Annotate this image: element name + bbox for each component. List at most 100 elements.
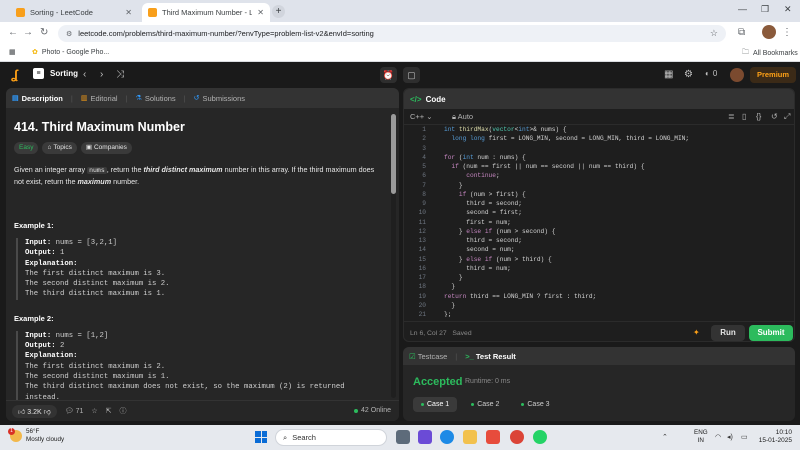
code-line: 4 for (int num : nums) { <box>404 153 794 162</box>
next-problem-icon[interactable]: › <box>100 69 103 80</box>
case-tab-2[interactable]: Case 2 <box>463 397 507 412</box>
favorite-star-icon[interactable]: ☆ <box>91 407 97 415</box>
tab-editorial[interactable]: ▥ Editorial <box>81 94 118 103</box>
note-button[interactable]: ▢ <box>403 67 420 83</box>
auto-mode-toggle[interactable]: 🔒︎ Auto <box>452 112 473 122</box>
submit-button[interactable]: Submit <box>749 325 793 341</box>
weather-widget[interactable]: 1 56°F Mostly cloudy <box>8 428 64 444</box>
code-line: 3 <box>404 144 794 153</box>
code-line: 1 int thirdMax(vector<int>& nums) { <box>404 125 794 134</box>
back-icon[interactable]: ← <box>8 27 18 38</box>
settings-gear-icon[interactable]: ⚙ <box>684 69 693 80</box>
fullscreen-icon[interactable]: ⤢ <box>784 112 790 122</box>
close-window-icon[interactable]: ✕ <box>784 4 792 15</box>
line-number: 6 <box>422 172 426 180</box>
case-tab-3[interactable]: Case 3 <box>513 397 557 412</box>
tab-submissions[interactable]: ↺ Submissions <box>194 94 245 103</box>
case-tab-1[interactable]: Case 1 <box>413 397 458 412</box>
chrome-menu-icon[interactable]: ⋮ <box>782 27 792 38</box>
reload-icon[interactable]: ↻ <box>40 27 48 38</box>
taskbar-search[interactable]: ⌕ Search <box>275 429 387 446</box>
task-view-icon[interactable] <box>396 430 410 444</box>
wifi-icon[interactable]: ◠ <box>715 433 721 441</box>
timer-button[interactable]: ⏰ <box>380 67 397 83</box>
code-editor[interactable]: 1 int thirdMax(vector<int>& nums) { 2 lon… <box>404 125 794 317</box>
companies-chip[interactable]: ▣ Companies <box>80 142 132 154</box>
terminal-icon: >_ <box>465 351 474 361</box>
bookmark-icon[interactable]: ▯ <box>742 112 746 121</box>
chrome-icon[interactable] <box>510 430 524 444</box>
token: int <box>444 126 456 133</box>
premium-button[interactable]: Premium <box>750 67 796 83</box>
history-icon: ↺ <box>193 95 200 102</box>
ms-store-icon[interactable] <box>486 430 500 444</box>
code-line: 7 } <box>404 181 794 190</box>
apps-grid-icon[interactable]: ▦ <box>9 48 16 56</box>
output-label: Output: <box>25 342 56 351</box>
browser-tab-sorting[interactable]: Sorting - LeetCode ✕ <box>10 3 138 22</box>
share-icon[interactable]: ⇱ <box>106 407 112 415</box>
site-info-icon[interactable]: ⚙ <box>66 30 72 38</box>
language-indicator[interactable]: ENG IN <box>694 429 708 445</box>
tray-chevron-icon[interactable]: ⌃ <box>662 433 668 441</box>
leetcode-logo-icon[interactable]: ʆ <box>11 68 23 82</box>
online-dot-icon <box>354 408 359 413</box>
code-panel-title: Code <box>425 94 446 104</box>
tab-description[interactable]: ▤ Description <box>12 94 63 103</box>
pass-dot-icon <box>421 403 424 406</box>
tab-solutions[interactable]: ⚗ Solutions <box>136 94 176 103</box>
notes-icon[interactable]: ≣ <box>728 112 735 121</box>
token: for <box>444 153 456 161</box>
pass-dot-icon <box>471 403 475 406</box>
tab-test-result[interactable]: >_ Test Result <box>465 352 516 361</box>
reset-icon[interactable]: ↺ <box>771 112 778 121</box>
language-select[interactable]: C++ ⌄ <box>410 112 433 121</box>
layout-icon[interactable]: ▦ <box>664 69 673 80</box>
whatsapp-icon[interactable] <box>533 430 547 444</box>
topics-chip[interactable]: ⌂ Topics <box>42 142 77 154</box>
extensions-icon[interactable]: ⧉ <box>738 27 745 38</box>
minimize-icon[interactable]: — <box>738 4 747 14</box>
token: continue <box>466 172 496 180</box>
close-tab-icon[interactable]: ✕ <box>125 8 132 17</box>
code-text: int thirdMax(vector<int>& nums) { <box>444 126 567 133</box>
shuffle-icon[interactable]: ⤨ <box>116 69 124 80</box>
code-text: } <box>444 301 456 309</box>
url-bar[interactable]: ⚙ leetcode.com/problems/third-maximum-nu… <box>58 25 726 42</box>
close-tab-icon[interactable]: ✕ <box>257 8 264 17</box>
bookmark-photos[interactable]: ✿ Photo - Google Pho... <box>32 48 109 57</box>
help-icon[interactable]: ⓘ <box>120 406 127 416</box>
windows-start-icon[interactable] <box>255 431 267 443</box>
problem-statement: Given an integer array nums, return the … <box>14 164 382 187</box>
user-avatar[interactable] <box>730 68 744 82</box>
like-button[interactable]: 👍︎ 3.2K 👎︎ <box>12 404 57 418</box>
problem-list-button[interactable]: ≡ Sorting <box>33 68 78 79</box>
code-line: 20 } <box>404 301 794 310</box>
run-button[interactable]: Run <box>711 325 745 341</box>
tab-testcase[interactable]: ☑ Testcase <box>409 352 447 361</box>
hint-icon[interactable]: ✦ <box>693 328 700 337</box>
all-bookmarks[interactable]: 🗀 All Bookmarks <box>742 48 798 59</box>
braces-icon[interactable]: {} <box>756 112 761 121</box>
maximize-icon[interactable]: ❐ <box>761 4 769 15</box>
system-clock[interactable]: 10:10 15-01-2025 <box>756 429 792 445</box>
browser-profile-avatar[interactable] <box>762 25 776 39</box>
clock-date: 15-01-2025 <box>758 437 792 444</box>
battery-icon[interactable]: ▭ <box>741 433 748 441</box>
bookmark-star-icon[interactable]: ☆ <box>710 28 718 39</box>
edge-icon[interactable] <box>440 430 454 444</box>
browser-tab-third-max[interactable]: Third Maximum Number - LeetCode ✕ <box>142 3 270 22</box>
tab-title: Sorting - LeetCode <box>30 8 93 17</box>
notification-badge: 1 <box>8 428 15 435</box>
chip-label: Topics <box>53 144 72 151</box>
description-scrollbar-thumb[interactable] <box>391 114 396 194</box>
streak-counter[interactable]: ◐ 0 <box>705 69 717 78</box>
file-explorer-icon[interactable] <box>463 430 477 444</box>
new-tab-button[interactable]: + <box>272 5 285 18</box>
copilot-icon[interactable] <box>418 430 432 444</box>
prev-problem-icon[interactable]: ‹ <box>83 69 86 80</box>
forward-icon[interactable]: → <box>23 27 33 38</box>
volume-icon[interactable]: ◂) <box>727 433 733 441</box>
comments-button[interactable]: 💬︎ 71 <box>65 407 84 415</box>
